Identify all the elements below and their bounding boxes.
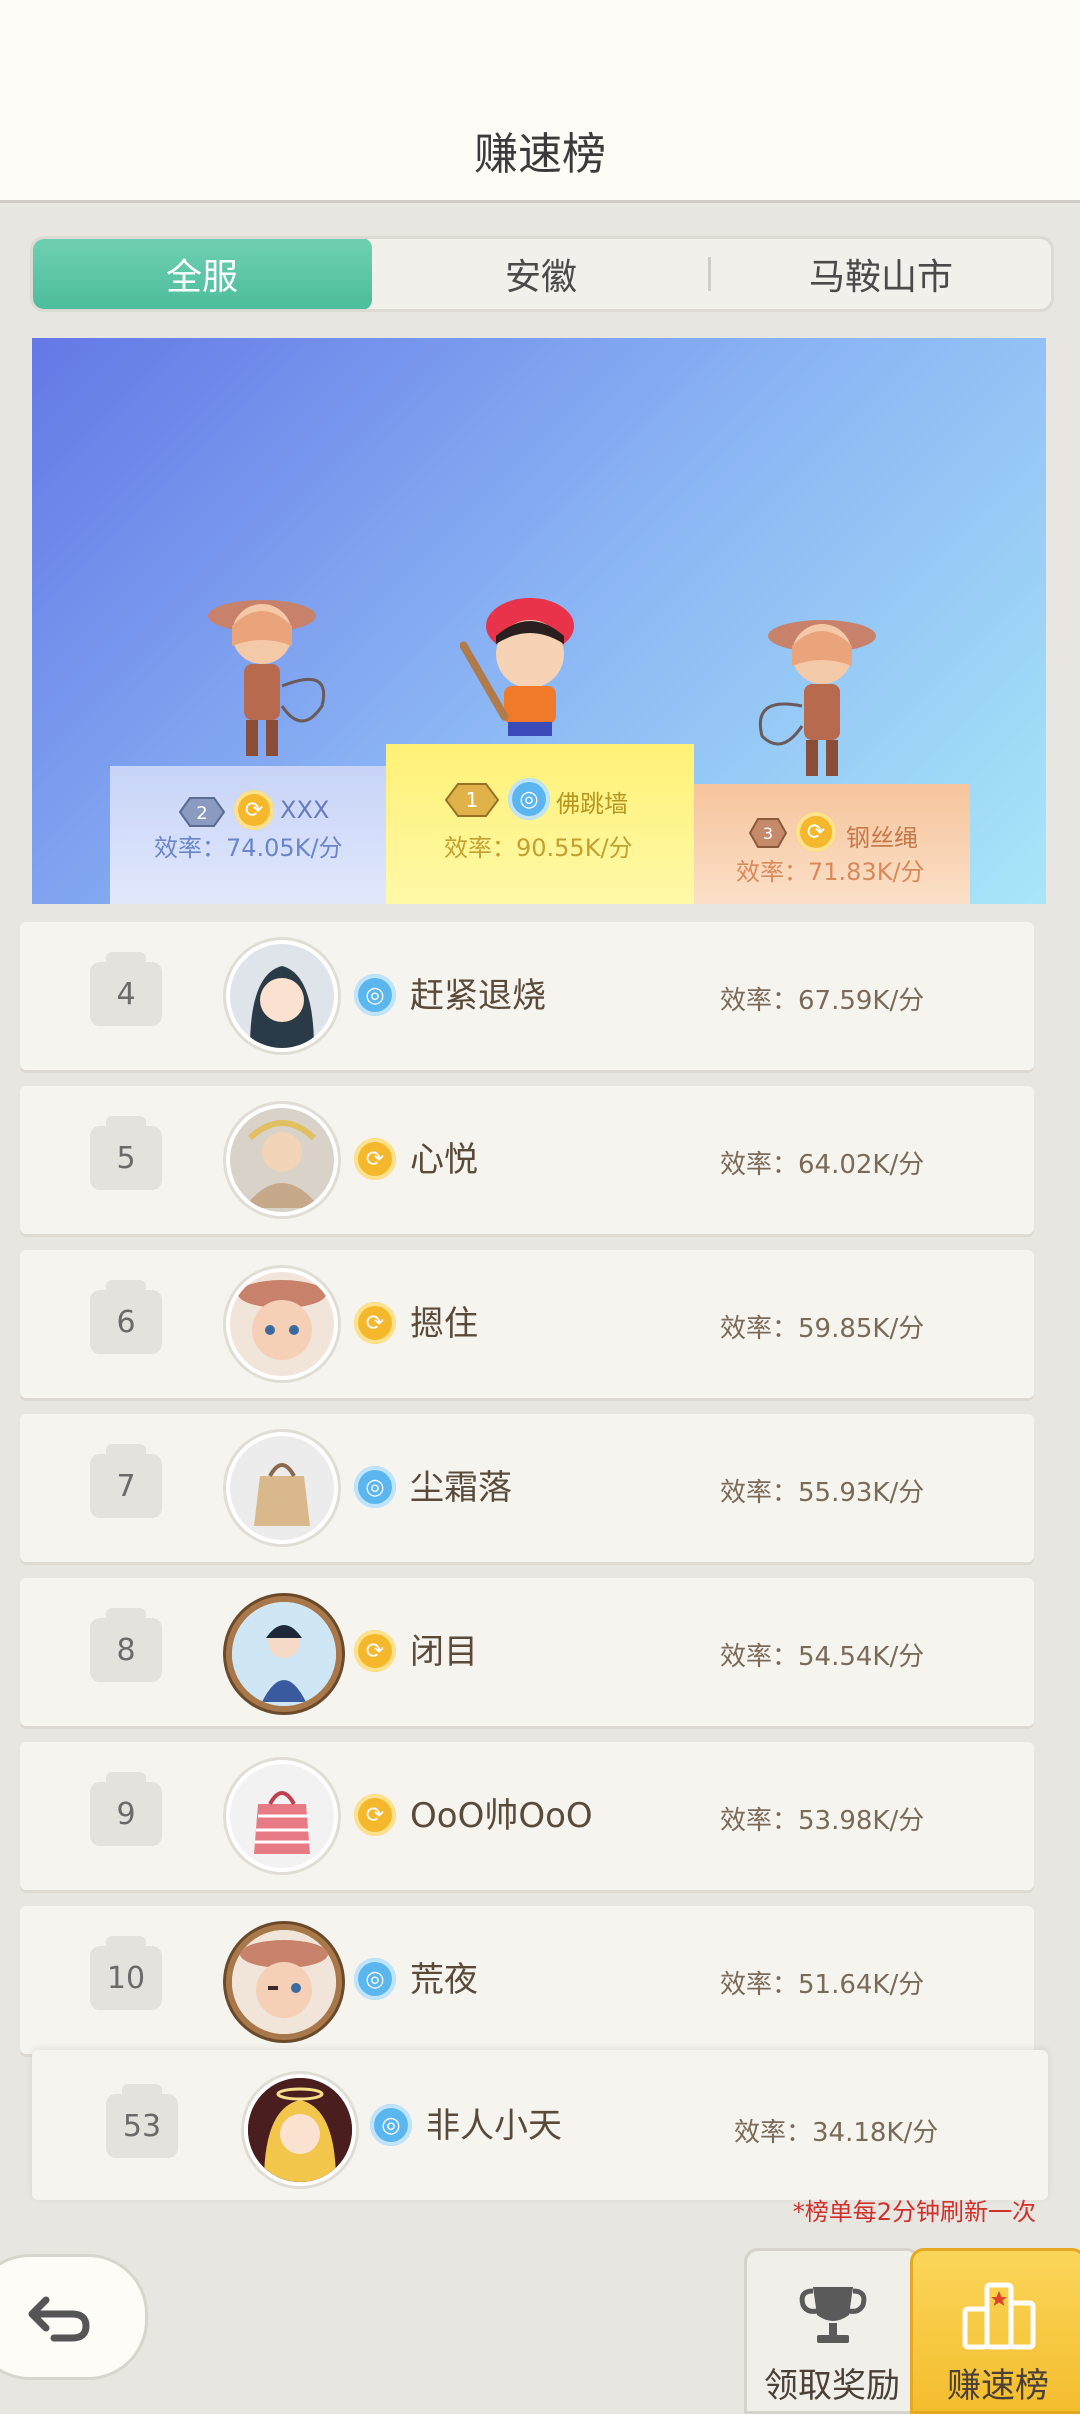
rank-number: 5	[90, 1116, 162, 1190]
level-icon: ⟳	[354, 1630, 396, 1672]
svg-text:2: 2	[196, 803, 207, 824]
page-title: 赚速榜	[474, 129, 606, 180]
app-header: 赚速榜	[0, 0, 1080, 203]
rank3-character	[759, 620, 876, 776]
rank2-efficiency: 效率：74.05K/分	[154, 834, 343, 862]
player-efficiency: 效率：54.54K/分	[720, 1642, 925, 1672]
my-name: 非人小天	[426, 2106, 562, 2146]
svg-text:1: 1	[466, 788, 479, 812]
rank3-level-icon: ⟳	[796, 812, 836, 852]
level-icon: ⟳	[354, 1794, 396, 1836]
rank1-efficiency: 效率：90.55K/分	[444, 834, 633, 862]
rank-row[interactable]: 7 ◎ 尘霜落 效率：55.93K/分	[20, 1414, 1034, 1562]
avatar	[226, 1596, 342, 1712]
rank-row[interactable]: 6 ⟳ 摁住 效率：59.85K/分	[20, 1250, 1034, 1398]
rank1-character	[460, 598, 574, 736]
avatar	[226, 1432, 338, 1544]
avatar	[226, 1924, 342, 2040]
avatar	[226, 940, 338, 1052]
level-icon: ◎	[354, 974, 396, 1016]
rank-number: 4	[90, 952, 162, 1026]
rank-number: 10	[90, 1936, 162, 2010]
level-icon: ◎	[354, 1958, 396, 2000]
rank-number: 6	[90, 1280, 162, 1354]
player-name: OoO帅OoO	[410, 1796, 593, 1836]
back-arrow-icon	[28, 2296, 90, 2342]
region-tabs: 全服 安徽 马鞍山市	[30, 236, 1054, 312]
rank-row[interactable]: 10 ◎ 荒夜 效率：51.64K/分	[20, 1906, 1034, 2054]
rank-board-button[interactable]: 赚速榜	[910, 2248, 1080, 2414]
rank2-character	[208, 600, 325, 756]
rank-row[interactable]: 8 ⟳ 闭目 效率：54.54K/分	[20, 1578, 1034, 1726]
rank-row[interactable]: 9 ⟳ OoO帅OoO 效率：53.98K/分	[20, 1742, 1034, 1890]
rank-number: 9	[90, 1772, 162, 1846]
my-avatar	[244, 2074, 356, 2186]
rank2-level-icon: ⟳	[234, 790, 274, 830]
level-icon: ⟳	[354, 1302, 396, 1344]
player-name: 赶紧退烧	[410, 976, 546, 1016]
level-icon: ◎	[354, 1466, 396, 1508]
rank2-medal-icon: 2	[178, 797, 226, 827]
level-icon: ⟳	[354, 1138, 396, 1180]
rank-number: 7	[90, 1444, 162, 1518]
tab-all-server[interactable]: 全服	[33, 239, 372, 309]
tab-city[interactable]: 马鞍山市	[711, 239, 1051, 309]
player-efficiency: 效率：55.93K/分	[720, 1478, 925, 1508]
player-name: 闭目	[410, 1632, 478, 1672]
rank1-level-icon: ◎	[508, 778, 550, 820]
avatar	[226, 1268, 338, 1380]
rank3-name: 钢丝绳	[846, 824, 918, 852]
rank1-medal-icon: 1	[444, 783, 500, 817]
player-efficiency: 效率：53.98K/分	[720, 1806, 925, 1836]
tab-province[interactable]: 安徽	[371, 239, 711, 309]
player-name: 尘霜落	[410, 1468, 512, 1508]
player-efficiency: 效率：59.85K/分	[720, 1314, 925, 1344]
rank-row[interactable]: 5 ⟳ 心悦 效率：64.02K/分	[20, 1086, 1034, 1234]
podium-block-1	[386, 744, 694, 904]
rank-row[interactable]: 4 ◎ 赶紧退烧 效率：67.59K/分	[20, 922, 1034, 1070]
avatar	[226, 1104, 338, 1216]
rank3-medal-icon: 3	[748, 818, 788, 848]
player-name: 摁住	[410, 1304, 478, 1344]
player-name: 心悦	[410, 1140, 478, 1180]
my-rank-number: 53	[106, 2084, 178, 2158]
podium-icon	[962, 2282, 1036, 2350]
back-button[interactable]	[0, 2254, 148, 2380]
trophy-icon	[799, 2287, 867, 2343]
claim-reward-button[interactable]: 领取奖励	[744, 2248, 920, 2414]
my-rank-row[interactable]: 53 ◎ 非人小天 效率：34.18K/分	[32, 2050, 1048, 2200]
my-level-icon: ◎	[370, 2104, 412, 2146]
avatar	[226, 1760, 338, 1872]
top3-podium: 2 ⟳ XXX 效率：74.05K/分 1 ◎ 佛跳墙 效率：90.55K/分 …	[32, 338, 1046, 904]
my-efficiency: 效率：34.18K/分	[734, 2118, 939, 2148]
rank1-name: 佛跳墙	[556, 790, 628, 818]
svg-text:3: 3	[763, 824, 773, 843]
rank-number: 8	[90, 1608, 162, 1682]
player-name: 荒夜	[410, 1960, 478, 2000]
refresh-note: *榜单每2分钟刷新一次	[792, 2198, 1036, 2226]
rank2-name: XXX	[280, 796, 330, 824]
rank3-efficiency: 效率：71.83K/分	[736, 858, 925, 886]
player-efficiency: 效率：51.64K/分	[720, 1970, 925, 2000]
player-efficiency: 效率：64.02K/分	[720, 1150, 925, 1180]
player-efficiency: 效率：67.59K/分	[720, 986, 925, 1016]
